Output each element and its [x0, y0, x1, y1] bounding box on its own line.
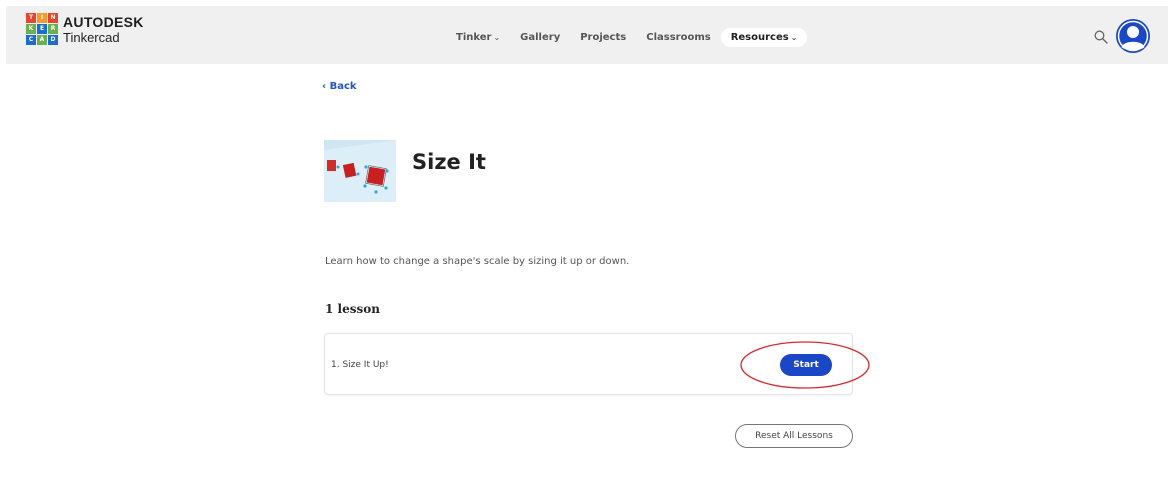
page: TINKERCAD AUTODESK Tinkercad Tinker ⌄ Gall…	[0, 0, 1172, 499]
nav-item-gallery[interactable]: Gallery	[510, 28, 570, 47]
logo-tile: C	[26, 35, 36, 45]
lesson-title: 1. Size It Up!	[331, 360, 389, 370]
logo-brand: AUTODESK	[63, 14, 144, 30]
logo-tile: T	[26, 13, 36, 23]
logo-tile: A	[37, 35, 47, 45]
nav-item-projects[interactable]: Projects	[570, 28, 636, 47]
lesson-description: Learn how to change a shape's scale by s…	[325, 256, 630, 267]
top-nav-bar: TINKERCAD AUTODESK Tinkercad Tinker ⌄ Gall…	[6, 6, 1168, 64]
tinkercad-logo-icon[interactable]: TIN KER CAD	[26, 13, 58, 45]
back-link[interactable]: ‹ Back	[322, 81, 357, 92]
chevron-down-icon: ⌄	[493, 32, 501, 42]
reset-all-lessons-button[interactable]: Reset All Lessons	[735, 424, 853, 448]
nav-item-label: Tinker	[456, 31, 492, 43]
logo-tile: R	[48, 24, 58, 34]
page-title: Size It	[412, 150, 486, 174]
user-avatar-icon[interactable]	[1116, 19, 1150, 53]
nav-item-label: Classrooms	[646, 31, 711, 43]
nav-item-label: Projects	[580, 31, 627, 43]
logo-tile: D	[48, 35, 58, 45]
logo-tile: I	[37, 13, 47, 23]
nav-item-resources[interactable]: Resources ⌄	[720, 27, 808, 47]
lesson-card: 1. Size It Up! Start	[324, 333, 853, 395]
nav-item-label: Gallery	[520, 31, 561, 43]
nav-item-classrooms[interactable]: Classrooms	[636, 28, 720, 47]
logo-tile: E	[37, 24, 47, 34]
nav-item-tinker[interactable]: Tinker ⌄	[446, 28, 510, 47]
main-nav: Tinker ⌄ Gallery Projects Classrooms Resource…	[446, 26, 808, 48]
logo-wordmark[interactable]: AUTODESK Tinkercad	[63, 15, 144, 44]
start-lesson-button[interactable]: Start	[780, 354, 832, 376]
search-icon[interactable]	[1094, 30, 1108, 44]
chevron-down-icon: ⌄	[790, 32, 798, 42]
lesson-count-heading: 1 lesson	[325, 302, 380, 316]
lesson-thumbnail-image	[324, 140, 396, 202]
logo-tile: K	[26, 24, 36, 34]
nav-item-label: Resources	[730, 31, 789, 43]
logo-product: Tinkercad	[63, 30, 120, 45]
logo-tile: N	[48, 13, 58, 23]
